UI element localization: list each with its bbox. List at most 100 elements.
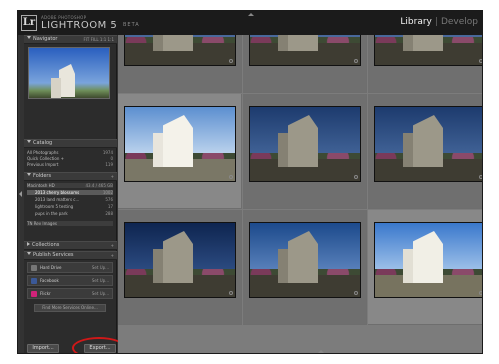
folder-item-label: pups in the park [35, 211, 68, 216]
navigator-zoom-options[interactable]: FIT FILL 1:1 1:1 [83, 36, 114, 43]
grid-cell[interactable] [243, 35, 367, 93]
drive-row[interactable]: TN Rev Images [27, 221, 113, 226]
folder-item-count: 1002 [102, 190, 113, 195]
identity-plate: Lr ADOBE PHOTOSHOP LIGHTROOM 5 BETA Libr… [18, 11, 482, 35]
lightroom-logo: Lr [21, 15, 37, 31]
badge-icon [354, 175, 358, 179]
brand-version: BETA [123, 22, 140, 28]
navigator-image-statue-side [51, 78, 61, 98]
catalog-item[interactable]: All Photographs 1974 [27, 150, 113, 155]
catalog-header[interactable]: Catalog [24, 139, 117, 148]
brand-name: LIGHTROOM 5 [41, 20, 118, 31]
photo-thumbnail[interactable] [124, 106, 236, 182]
folder-item[interactable]: 2013 land matters c... 576 [27, 197, 113, 202]
setup-link[interactable]: Set Up... [92, 289, 109, 298]
folders-header[interactable]: Folders + [24, 172, 117, 181]
navigator-image-statue [59, 64, 75, 97]
collapse-triangle-icon [27, 173, 31, 176]
grid-cell[interactable]: 75 [368, 94, 482, 209]
module-library[interactable]: Library [400, 17, 431, 27]
find-more-services-button[interactable]: Find More Services Online... [34, 304, 106, 312]
folder-item-count: 288 [105, 211, 113, 216]
import-button[interactable]: Import... [27, 344, 59, 353]
badge-icon [354, 291, 358, 295]
facebook-icon [31, 278, 37, 284]
grid-cell[interactable]: 77 [118, 210, 242, 325]
badge-icon [229, 291, 233, 295]
publish-service-hard-drive[interactable]: Hard Drive Set Up... [27, 262, 113, 273]
badge-icon [229, 59, 233, 63]
photo-thumbnail[interactable] [249, 106, 361, 182]
collapse-triangle-icon [27, 140, 31, 143]
publish-services-title: Publish Services [33, 252, 74, 258]
folder-item-count: 576 [105, 197, 113, 202]
drive-label: Macintosh HD [27, 183, 55, 188]
module-separator: | [434, 17, 438, 27]
folder-item-label: 2013 land matters c... [35, 197, 80, 202]
publish-service-label: Flickr [40, 291, 51, 296]
catalog-item[interactable]: Previous Import 119 [27, 162, 113, 167]
catalog-item-label: Previous Import [27, 162, 59, 167]
photo-thumbnail[interactable] [249, 35, 361, 66]
publish-service-label: Facebook [40, 278, 59, 283]
badge-icon [229, 175, 233, 179]
left-panel: Navigator FIT FILL 1:1 1:1 Catalog All P… [24, 35, 126, 353]
catalog-item-count: 0 [110, 156, 113, 161]
catalog-item-label: All Photographs [27, 150, 59, 155]
flickr-icon [31, 291, 37, 297]
collections-header[interactable]: Collections + [24, 241, 117, 250]
collapse-triangle-icon [27, 36, 31, 39]
badge-icon [479, 291, 482, 295]
folders-title: Folders [33, 173, 52, 179]
badge-icon [479, 175, 482, 179]
navigator-preview[interactable] [28, 47, 110, 99]
catalog-item-count: 119 [105, 162, 113, 167]
grid-cell[interactable] [118, 35, 242, 93]
filmstrip-toggle-icon[interactable] [318, 350, 324, 353]
photo-grid: 73 74 75 77 78 79 [118, 35, 482, 353]
catalog-title: Catalog [33, 140, 53, 146]
grid-cell[interactable] [368, 35, 482, 93]
publish-service-facebook[interactable]: Facebook Set Up... [27, 275, 113, 286]
drive-info: 43.4 / 465 GB [85, 183, 113, 188]
hard-drive-icon [31, 265, 37, 271]
publish-service-flickr[interactable]: Flickr Set Up... [27, 288, 113, 299]
grid-cell[interactable]: 78 [243, 210, 367, 325]
folder-item-label: lightroom 5 testing [35, 204, 74, 209]
add-collection-icon[interactable]: + [111, 242, 114, 249]
grid-cell[interactable]: 79 [368, 210, 482, 325]
collections-title: Collections [32, 242, 60, 248]
catalog-item[interactable]: Quick Collection + 0 [27, 156, 113, 161]
grid-cell[interactable]: 74 [243, 94, 367, 209]
photo-thumbnail[interactable] [374, 222, 482, 298]
publish-services-header[interactable]: Publish Services + [24, 251, 117, 260]
expand-triangle-icon [27, 242, 30, 246]
badge-icon [354, 59, 358, 63]
photo-thumbnail[interactable] [374, 106, 482, 182]
setup-link[interactable]: Set Up... [92, 263, 109, 272]
folder-item[interactable]: pups in the park 288 [27, 211, 113, 216]
publish-service-label: Hard Drive [40, 265, 62, 270]
setup-link[interactable]: Set Up... [92, 276, 109, 285]
catalog-item-count: 1974 [102, 150, 113, 155]
navigator-header[interactable]: Navigator FIT FILL 1:1 1:1 [24, 35, 117, 44]
folder-item[interactable]: 2013 cherry blossoms 1002 [27, 190, 113, 195]
navigator-title: Navigator [33, 36, 58, 42]
folder-item[interactable]: lightroom 5 testing 17 [27, 204, 113, 209]
left-panel-toggle-icon[interactable] [19, 191, 22, 197]
folder-item-label: 2013 cherry blossoms [35, 190, 80, 195]
module-picker: Library | Develop [400, 17, 478, 27]
folder-item-count: 17 [107, 204, 113, 209]
photo-thumbnail[interactable] [124, 222, 236, 298]
collapse-triangle-icon [27, 252, 31, 255]
add-service-icon[interactable]: + [111, 252, 114, 259]
drive-row[interactable]: Macintosh HD 43.4 / 465 GB [27, 183, 113, 188]
photo-thumbnail[interactable] [249, 222, 361, 298]
photo-thumbnail[interactable] [374, 35, 482, 66]
photo-thumbnail[interactable] [124, 35, 236, 66]
grid-cell[interactable]: 73 [118, 94, 242, 209]
module-develop[interactable]: Develop [441, 17, 478, 27]
catalog-item-label: Quick Collection + [27, 156, 64, 161]
add-folder-icon[interactable]: + [111, 173, 114, 180]
top-panel-toggle-icon[interactable] [248, 13, 254, 16]
